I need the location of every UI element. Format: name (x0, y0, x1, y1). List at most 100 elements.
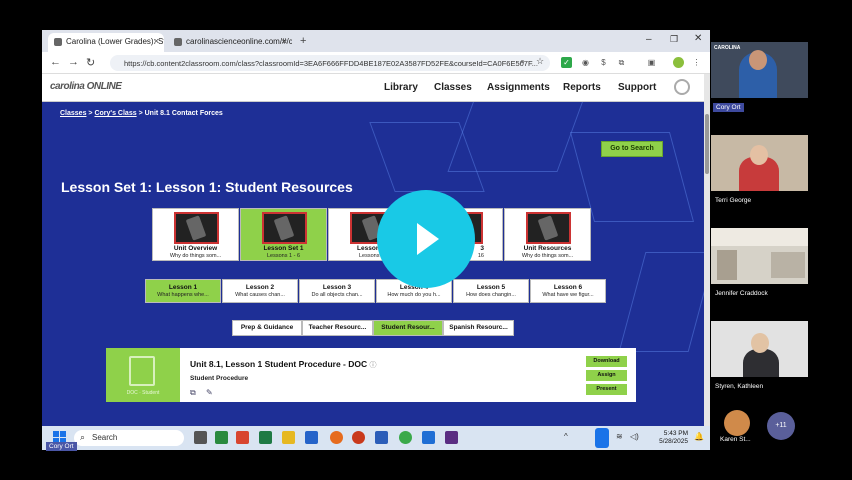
word-icon[interactable] (375, 431, 388, 444)
present-button[interactable]: Present (586, 384, 627, 395)
page-title: Lesson Set 1: Lesson 1: Student Resource… (61, 179, 353, 195)
clock-time: 5:43 PM (663, 430, 688, 437)
address-bar-row: ← → ↻ https://cb.content2classroom.com/c… (42, 52, 710, 74)
assign-button[interactable]: Assign (586, 370, 627, 381)
carolina-logo[interactable]: carolina ONLINE (50, 81, 122, 92)
user-account-icon[interactable] (674, 79, 690, 95)
file-type-label: DOC · Student (126, 390, 160, 396)
extension-check-icon[interactable]: ✓ (561, 57, 572, 68)
nav-library[interactable]: Library (384, 82, 418, 93)
breadcrumb-current: Unit 8.1 Contact Forces (144, 110, 223, 117)
tab-subtitle: What have we figur... (542, 292, 594, 298)
bookmark-star-icon[interactable]: ☆ (536, 56, 544, 67)
profile-avatar[interactable] (673, 57, 684, 68)
page-scrollbar[interactable] (704, 74, 710, 430)
close-tab-icon[interactable]: × (282, 36, 287, 46)
chrome-icon[interactable] (399, 431, 412, 444)
go-to-search-button[interactable]: Go to Search (601, 141, 663, 157)
scrollbar-thumb[interactable] (705, 114, 709, 174)
play-button[interactable] (377, 190, 475, 288)
download-button[interactable]: Download (586, 356, 627, 367)
classroom-app-icon[interactable] (215, 431, 228, 444)
taskbar-search-input[interactable]: ⌕ Search (74, 430, 184, 446)
reload-icon[interactable]: ↻ (86, 56, 95, 69)
microphone-icon[interactable] (595, 428, 609, 448)
browser-tab-active[interactable]: Carolina (Lower Grades): Stude × (48, 33, 164, 52)
tab-subtitle: What causes chan... (235, 292, 285, 298)
tab-favicon-icon (174, 38, 182, 46)
s-app-icon[interactable] (236, 431, 249, 444)
back-icon[interactable]: ← (50, 56, 61, 68)
more-participants-button[interactable]: +11 (767, 412, 795, 440)
excel-icon[interactable] (259, 431, 272, 444)
extensions-puzzle-icon[interactable]: ⧉ (616, 57, 627, 68)
taskbar-clock[interactable]: 5:43 PM 5/28/2025 (656, 430, 688, 446)
chevron-up-icon[interactable]: ^ (564, 432, 568, 441)
breadcrumb-separator: > (88, 110, 93, 117)
breadcrumb-corys-class[interactable]: Cory's Class (94, 110, 136, 117)
participant-video[interactable]: CAROLINA (711, 42, 808, 98)
browser-tab[interactable]: carolinascienceonline.com/#/c × (168, 33, 292, 52)
resource-title[interactable]: Unit 8.1, Lesson 1 Student Procedure - D… (190, 359, 377, 370)
participant-name: Cory Ort (713, 103, 744, 112)
card-subtitle: Why do things som... (169, 253, 222, 259)
mail-icon[interactable] (305, 431, 318, 444)
document-icon (129, 356, 155, 386)
room-background (717, 250, 737, 280)
close-tab-icon[interactable]: × (154, 36, 159, 46)
nav-assignments[interactable]: Assignments (487, 82, 550, 93)
new-tab-button[interactable]: + (300, 35, 306, 47)
info-icon[interactable]: ⓘ (370, 362, 377, 369)
extension-camera-icon[interactable]: ◉ (580, 57, 591, 68)
extension-dollar-icon[interactable]: $ (598, 57, 609, 68)
powerpoint-icon[interactable] (352, 431, 365, 444)
app-icon[interactable] (445, 431, 458, 444)
site-header: carolina ONLINE Library Classes Assignme… (42, 74, 710, 102)
url-field[interactable]: https://cb.content2classroom.com/class?c… (110, 55, 550, 71)
zoom-icon[interactable]: ⌕ (520, 56, 525, 67)
outlook-icon[interactable] (422, 431, 435, 444)
tab-spanish-resources[interactable]: Spanish Resourc... (443, 320, 514, 336)
tab-title: Lesson 6 (553, 284, 583, 291)
nav-reports[interactable]: Reports (563, 82, 601, 93)
card-title: Lesson Set 1 (263, 245, 304, 252)
task-view-icon[interactable] (194, 431, 207, 444)
tab-lesson-5[interactable]: Lesson 5 How does changin... (453, 279, 529, 303)
nav-classes[interactable]: Classes (434, 82, 472, 93)
breadcrumb-classes[interactable]: Classes (60, 110, 86, 117)
card-unit-resources[interactable]: Unit Resources Why do things som... (504, 208, 591, 261)
tab-student-resources[interactable]: Student Resour... (373, 320, 443, 336)
video-logo: CAROLINA (714, 45, 741, 51)
nav-support[interactable]: Support (618, 82, 656, 93)
card-unit-overview[interactable]: Unit Overview Why do things som... (152, 208, 239, 261)
participant-video[interactable] (711, 228, 808, 284)
assign-preview-icon[interactable]: ⧉ (190, 388, 196, 398)
forward-icon[interactable]: → (68, 56, 79, 68)
participant-name: Jennifer Craddock (715, 290, 768, 297)
participant-video[interactable] (711, 321, 808, 377)
wifi-icon[interactable]: ≋ (616, 432, 623, 441)
volume-icon[interactable]: ◁) (630, 432, 639, 441)
participant-video[interactable] (711, 135, 808, 191)
menu-kebab-icon[interactable]: ⋮ (691, 57, 702, 68)
card-title: Unit Resources (523, 245, 572, 252)
tab-lesson-6[interactable]: Lesson 6 What have we figur... (530, 279, 606, 303)
participant-face (751, 333, 769, 353)
sidebar-icon[interactable]: ▣ (646, 57, 657, 68)
minimize-icon[interactable]: – (646, 34, 652, 45)
resource-row: DOC · Student Unit 8.1, Lesson 1 Student… (106, 348, 636, 402)
notification-bell-icon[interactable]: 🔔 (694, 432, 704, 441)
edit-pencil-icon[interactable]: ✎ (206, 388, 213, 397)
tab-lesson-3[interactable]: Lesson 3 Do all objects chan... (299, 279, 375, 303)
file-explorer-icon[interactable] (282, 431, 295, 444)
restore-icon[interactable]: ❐ (670, 34, 678, 45)
card-lesson-set-1[interactable]: Lesson Set 1 Lessons 1 - 6 (240, 208, 327, 261)
tab-lesson-1[interactable]: Lesson 1 What happens whe... (145, 279, 221, 303)
tab-teacher-resources[interactable]: Teacher Resourc... (302, 320, 373, 336)
firefox-icon[interactable] (330, 431, 343, 444)
tab-lesson-2[interactable]: Lesson 2 What causes chan... (222, 279, 298, 303)
tab-prep-guidance[interactable]: Prep & Guidance (232, 320, 302, 336)
resource-title-text: Unit 8.1, Lesson 1 Student Procedure - D… (190, 359, 368, 369)
participant-avatar[interactable] (724, 410, 750, 436)
close-window-icon[interactable]: ✕ (694, 33, 702, 44)
